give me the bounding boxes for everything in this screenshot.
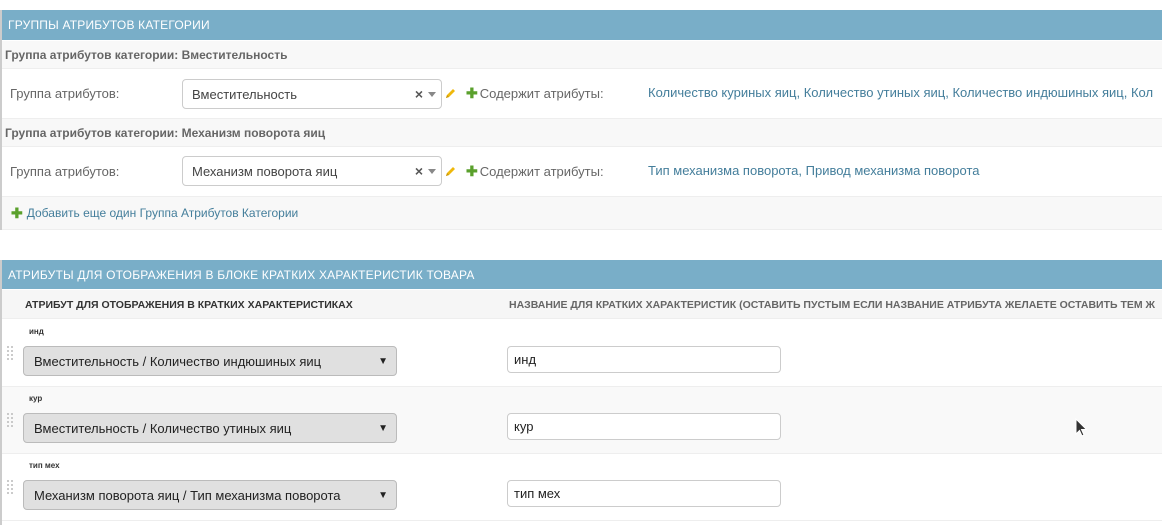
row-label: кур xyxy=(29,394,43,403)
attribute-link-list[interactable]: Количество куриных яиц, Количество утины… xyxy=(648,85,1153,100)
attribute-link-list[interactable]: Тип механизма поворота, Привод механизма… xyxy=(648,163,979,178)
mouse-cursor-icon xyxy=(1075,418,1088,437)
attribute-group-select[interactable]: Механизм поворота яиц × xyxy=(182,156,442,186)
field-label: Группа атрибутов: xyxy=(10,164,120,179)
plus-icon: ✚ xyxy=(466,163,478,179)
section-header-attribute-groups: Группы атрибутов категории xyxy=(2,10,1162,40)
group-row: Группа атрибутов: Вместительность × ✚ Со… xyxy=(2,69,1162,119)
add-another-group-link[interactable]: ✚ Добавить еще один Группа Атрибутов Кат… xyxy=(2,197,1162,230)
attribute-select[interactable]: Механизм поворота яиц / Тип механизма по… xyxy=(23,480,397,510)
drag-handle-icon[interactable] xyxy=(6,479,14,495)
attribute-group-select[interactable]: Вместительность × xyxy=(182,79,442,109)
input-value: кур xyxy=(514,419,534,434)
drag-handle-icon[interactable] xyxy=(6,345,14,361)
short-name-input[interactable]: тип мех xyxy=(507,480,781,507)
table-row: кур Вместительность / Количество утиных … xyxy=(2,387,1162,454)
select-value: Механизм поворота яиц / Тип механизма по… xyxy=(34,487,341,503)
contains-attributes[interactable]: ✚ Содержит атрибуты: xyxy=(466,163,604,180)
field-label: Группа атрибутов: xyxy=(10,86,120,101)
contains-label: Содержит атрибуты: xyxy=(479,86,604,101)
group-title: Группа атрибутов категории: Механизм пов… xyxy=(2,119,1162,147)
chevron-down-icon[interactable] xyxy=(428,169,436,174)
chevron-down-icon: ▼ xyxy=(378,490,388,501)
pencil-icon[interactable] xyxy=(445,87,457,99)
short-name-input[interactable]: инд xyxy=(507,346,781,373)
clear-icon[interactable]: × xyxy=(415,86,423,102)
contains-attributes[interactable]: ✚ Содержит атрибуты: xyxy=(466,85,604,102)
section-header-short-attributes: Атрибуты для отображения в блоке кратких… xyxy=(2,260,1162,289)
section-title: Атрибуты для отображения в блоке кратких… xyxy=(8,267,475,282)
plus-icon: ✚ xyxy=(11,204,23,221)
pencil-icon[interactable] xyxy=(445,165,457,177)
group-title-text: Группа атрибутов категории: Механизм пов… xyxy=(5,125,326,140)
contains-label: Содержит атрибуты: xyxy=(479,164,604,179)
table-header: Атрибут для отображения в кратких характ… xyxy=(2,290,1162,319)
input-value: инд xyxy=(514,352,537,367)
attribute-select[interactable]: Вместительность / Количество индюшиных я… xyxy=(23,346,397,376)
input-value: тип мех xyxy=(514,486,561,501)
plus-icon: ✚ xyxy=(466,85,478,101)
section-title: Группы атрибутов категории xyxy=(8,18,210,32)
attribute-links[interactable]: Количество куриных яиц, Количество утины… xyxy=(648,85,1153,100)
row-label: инд xyxy=(29,327,44,336)
select-value: Вместительность xyxy=(192,86,298,102)
drag-handle-icon[interactable] xyxy=(6,412,14,428)
select-value: Вместительность / Количество индюшиных я… xyxy=(34,353,322,369)
table-row: инд Вместительность / Количество индюшин… xyxy=(2,320,1162,387)
group-title: Группа атрибутов категории: Вместительно… xyxy=(2,41,1162,69)
select-value: Вместительность / Количество утиных яиц xyxy=(34,420,292,436)
chevron-down-icon: ▼ xyxy=(378,423,388,434)
row-label: тип мех xyxy=(29,461,60,470)
chevron-down-icon[interactable] xyxy=(428,92,436,97)
group-row: Группа атрибутов: Механизм поворота яиц … xyxy=(2,147,1162,197)
select-value: Механизм поворота яиц xyxy=(192,163,338,179)
column-header-name: Название для кратких характеристик (оста… xyxy=(509,299,1156,311)
column-header-attribute: Атрибут для отображения в кратких характ… xyxy=(25,299,353,311)
add-label[interactable]: Добавить еще один Группа Атрибутов Катег… xyxy=(27,206,299,220)
chevron-down-icon: ▼ xyxy=(378,356,388,367)
table-row: тип мех Механизм поворота яиц / Тип меха… xyxy=(2,454,1162,521)
attribute-links[interactable]: Тип механизма поворота, Привод механизма… xyxy=(648,163,979,178)
short-name-input[interactable]: кур xyxy=(507,413,781,440)
clear-icon[interactable]: × xyxy=(415,163,423,179)
attribute-select[interactable]: Вместительность / Количество утиных яиц … xyxy=(23,413,397,443)
group-title-text: Группа атрибутов категории: Вместительно… xyxy=(5,47,288,62)
